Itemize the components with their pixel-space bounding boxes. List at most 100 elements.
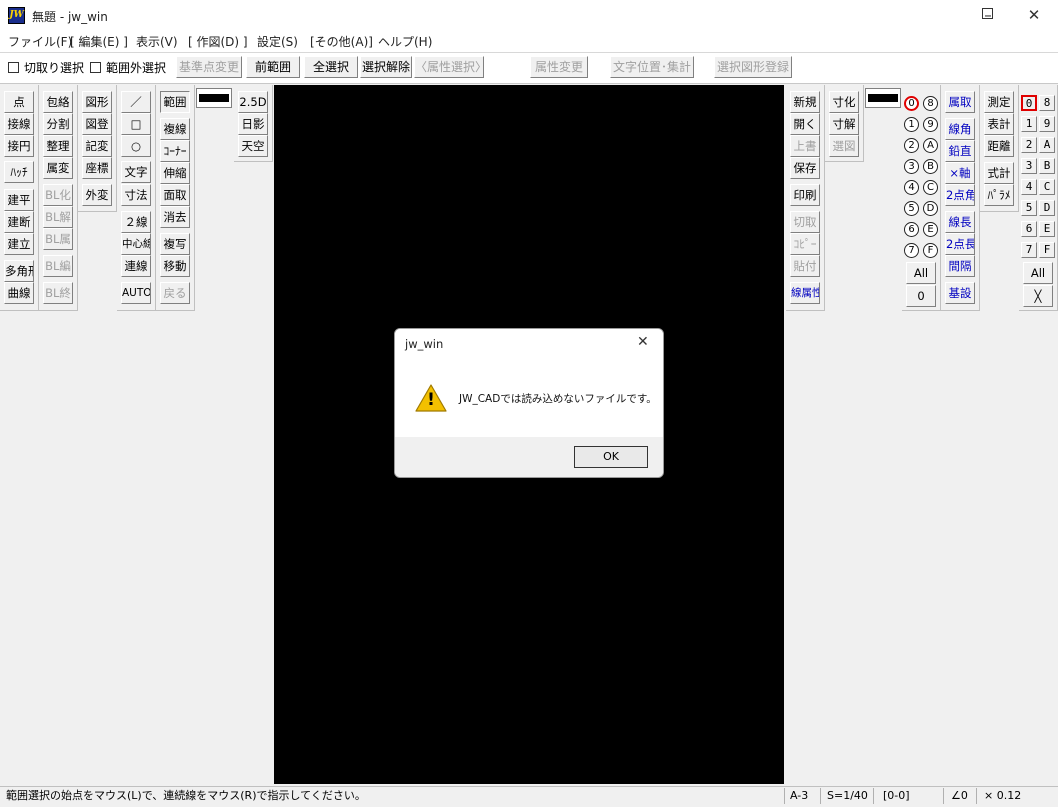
edit-cut-button[interactable]: 切取: [790, 211, 820, 233]
tool-chamfer[interactable]: 面取: [160, 184, 190, 206]
tool-continuous-line[interactable]: 連線: [121, 255, 151, 277]
tool-sky[interactable]: 天空: [238, 135, 268, 157]
tool-double-line[interactable]: ２線: [121, 211, 151, 233]
layer-4[interactable]: 4: [904, 180, 919, 195]
tool-arrange[interactable]: 整理: [43, 135, 73, 157]
angle-field[interactable]: ∠0: [951, 788, 968, 804]
layer-b[interactable]: B: [923, 159, 938, 174]
two-point-angle-button[interactable]: 2点角: [945, 184, 975, 206]
tool-stretch[interactable]: 伸縮: [160, 162, 190, 184]
menu-other[interactable]: [その他(A)]: [310, 33, 373, 50]
base-point-change-button[interactable]: 基準点変更: [176, 56, 242, 78]
menu-file[interactable]: ファイル(F): [8, 33, 72, 50]
menu-draw[interactable]: [ 作図(D) ]: [188, 33, 248, 50]
tool-curve[interactable]: 曲線: [4, 282, 34, 304]
layer-e[interactable]: E: [923, 222, 938, 237]
layer-c[interactable]: C: [923, 180, 938, 195]
group-3[interactable]: 3: [1021, 158, 1037, 174]
attribute-select-button[interactable]: 〈属性選択〉: [414, 56, 484, 78]
measure-button[interactable]: 測定: [984, 91, 1014, 113]
layer-3[interactable]: 3: [904, 159, 919, 174]
tool-block-create[interactable]: BL化: [43, 184, 73, 206]
tool-external-change[interactable]: 外変: [82, 184, 112, 206]
menu-help[interactable]: ヘルプ(H): [378, 33, 432, 50]
layer-a[interactable]: A: [923, 138, 938, 153]
group-4[interactable]: 4: [1021, 179, 1037, 195]
tool-hatch[interactable]: ﾊｯﾁ: [4, 161, 34, 183]
register-selected-shape-button[interactable]: 選択図形登録: [714, 56, 792, 78]
paper-size-field[interactable]: A-3: [790, 788, 808, 804]
file-open-button[interactable]: 開く: [790, 113, 820, 135]
close-icon[interactable]: ✕: [1011, 0, 1057, 31]
tool-range[interactable]: 範囲: [160, 91, 190, 113]
tool-corner[interactable]: ｺｰﾅｰ: [160, 140, 190, 162]
layer-5[interactable]: 5: [904, 201, 919, 216]
file-overwrite-button[interactable]: 上書: [790, 135, 820, 157]
group-2[interactable]: 2: [1021, 137, 1037, 153]
group-e[interactable]: E: [1039, 221, 1055, 237]
tool-tangent-circle[interactable]: 接円: [4, 135, 34, 157]
tool-shape[interactable]: 図形: [82, 91, 112, 113]
tool-building-elevation[interactable]: 建立: [4, 233, 34, 255]
group-0[interactable]: 0: [1021, 95, 1037, 111]
tool-copy[interactable]: 複写: [160, 233, 190, 255]
tool-rectangle[interactable]: □: [121, 113, 151, 135]
dimension-release-button[interactable]: 寸解: [829, 113, 859, 135]
ok-button[interactable]: OK: [574, 446, 648, 468]
tool-line[interactable]: ／: [121, 91, 151, 113]
deselect-button[interactable]: 選択解除: [360, 56, 412, 78]
line-angle-button[interactable]: 線角: [945, 118, 975, 140]
select-figure-button[interactable]: 選図: [829, 135, 859, 157]
tool-circle[interactable]: ○: [121, 135, 151, 157]
tool-erase[interactable]: 消去: [160, 206, 190, 228]
group-all-button[interactable]: All: [1023, 262, 1053, 284]
tool-polygon[interactable]: 多角形: [4, 260, 34, 282]
group-clear-button[interactable]: ╳: [1023, 285, 1053, 307]
group-6[interactable]: 6: [1021, 221, 1037, 237]
tool-shadow[interactable]: 日影: [238, 113, 268, 135]
layer-8[interactable]: 8: [923, 96, 938, 111]
interval-button[interactable]: 間隔: [945, 255, 975, 277]
menu-view[interactable]: 表示(V): [136, 33, 178, 50]
scale-field[interactable]: S=1/40: [827, 788, 868, 804]
menu-settings[interactable]: 設定(S): [257, 33, 298, 50]
tool-undo[interactable]: 戻る: [160, 282, 190, 304]
tool-move[interactable]: 移動: [160, 255, 190, 277]
distance-button[interactable]: 距離: [984, 135, 1014, 157]
layer-2[interactable]: 2: [904, 138, 919, 153]
dimension-to-figure-button[interactable]: 寸化: [829, 91, 859, 113]
attribute-change-button[interactable]: 属性変更: [530, 56, 588, 78]
group-d[interactable]: D: [1039, 200, 1055, 216]
group-8[interactable]: 8: [1039, 95, 1055, 111]
file-new-button[interactable]: 新規: [790, 91, 820, 113]
tool-dimension[interactable]: 寸法: [121, 184, 151, 206]
line-attribute-button[interactable]: 線属性: [790, 282, 820, 304]
title-bar[interactable]: [0, 0, 1058, 31]
group-b[interactable]: B: [1039, 158, 1055, 174]
tool-text[interactable]: 文字: [121, 161, 151, 183]
table-calc-button[interactable]: 表計: [984, 113, 1014, 135]
tool-symbol-change[interactable]: 記変: [82, 135, 112, 157]
tool-block-edit[interactable]: BL編: [43, 255, 73, 277]
vertical-button[interactable]: 鉛直: [945, 140, 975, 162]
cut-select-checkbox[interactable]: [8, 62, 19, 73]
tool-shape-register[interactable]: 図登: [82, 113, 112, 135]
layer-d[interactable]: D: [923, 201, 938, 216]
line-length-button[interactable]: 線長: [945, 211, 975, 233]
outside-select-checkbox[interactable]: [90, 62, 101, 73]
tool-center-line[interactable]: 中心線: [121, 233, 151, 255]
tool-attribute-change[interactable]: 属変: [43, 157, 73, 179]
parametric-button[interactable]: ﾊﾟﾗﾒ: [984, 184, 1014, 206]
layer-field[interactable]: [0-0]: [883, 788, 910, 804]
select-all-button[interactable]: 全選択: [304, 56, 358, 78]
group-5[interactable]: 5: [1021, 200, 1037, 216]
x-axis-button[interactable]: ×軸: [945, 162, 975, 184]
line-type-swatch[interactable]: [196, 88, 232, 108]
file-save-button[interactable]: 保存: [790, 157, 820, 179]
layer-zero-button[interactable]: 0: [906, 285, 936, 307]
group-a[interactable]: A: [1039, 137, 1055, 153]
group-9[interactable]: 9: [1039, 116, 1055, 132]
line-color-swatch[interactable]: [865, 88, 901, 108]
base-setting-button[interactable]: 基設: [945, 282, 975, 304]
tool-divide[interactable]: 分割: [43, 113, 73, 135]
